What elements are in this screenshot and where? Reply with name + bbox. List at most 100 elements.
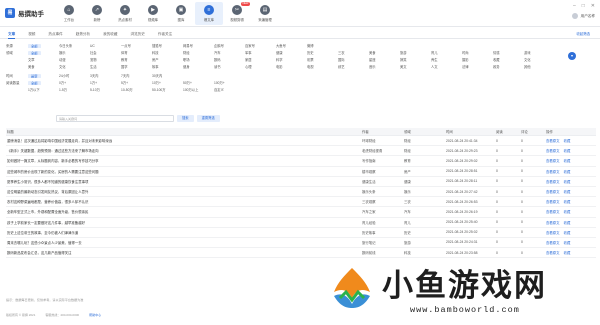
filter-option[interactable]: 100万以上 [183,87,214,92]
title-cell[interactable]: 数码新品发布会汇总，这几款产品值得关注 [6,250,362,255]
filter-option[interactable]: 政务 [493,64,524,69]
favorite-link[interactable]: 收藏 [564,250,571,255]
filter-option[interactable]: 宠物 [90,57,121,62]
title-cell[interactable]: 重磅消息！这次通过后将影响中国经济发展走向，并且对未来影响深远 [6,138,362,143]
favorite-link[interactable]: 收藏 [564,220,571,225]
filter-option[interactable]: 三农 [338,50,369,55]
filter-option[interactable]: 美食 [28,64,59,69]
filter-option[interactable]: 房产 [152,57,183,62]
filter-option[interactable]: 文化 [59,64,90,69]
filter-option[interactable]: 动漫 [59,57,90,62]
filter-option[interactable]: 法律 [462,64,493,69]
table-row[interactable]: 全新车型正式上市，外观和配置全面升级，售价很亲民 汽车之家 汽车 2021-08-24… [6,207,596,218]
filter-option[interactable]: 美食 [369,50,400,55]
tab-3[interactable]: 趋势分析 [76,29,90,38]
filter-option[interactable]: 综艺 [338,64,369,69]
filter-option[interactable]: 旅游 [400,50,431,55]
table-row[interactable]: 数码新品发布会汇总，这几款产品值得关注 数码前线 科技 2021-08-24 20:2… [6,248,596,259]
tab-4[interactable]: 我的收藏 [103,29,117,38]
filter-option[interactable]: 情感 [493,50,524,55]
favorite-link[interactable]: 收藏 [564,189,571,194]
favorite-link[interactable]: 收藏 [564,179,571,184]
filter-option[interactable]: 体育 [121,50,152,55]
view-original-link[interactable]: 查看原文 [546,148,560,153]
tab-0[interactable]: 文章 [8,29,16,39]
minimize-icon[interactable]: – [573,3,576,9]
tab-5[interactable]: 浏览历史 [131,29,145,38]
filter-option[interactable]: 百家号 [245,43,276,48]
filter-option[interactable]: 全部 [28,50,59,55]
favorite-link[interactable]: 收藏 [564,240,571,245]
filter-option[interactable]: 健康 [276,50,307,55]
title-cell[interactable]: 孩子上学前家长一定要做好这几件事，越早准备越好 [6,220,362,225]
table-row[interactable]: 周末去哪儿玩？这些小众景点人少景美，值得一去 旅行笔记 旅游 2021-08-24 2… [6,238,596,249]
favorite-link[interactable]: 收藏 [564,158,571,163]
filter-option[interactable]: 电视 [307,64,338,69]
favorite-link[interactable]: 收藏 [564,230,571,235]
filter-option[interactable]: 娱乐 [59,50,90,55]
nav-item-3[interactable]: ▶ 视频库 [139,2,167,25]
title-cell[interactable]: 夏季养生小常识，很多人都不知道的健康饮食注意事项 [6,179,362,184]
filter-option[interactable]: 财经 [183,50,214,55]
view-original-link[interactable]: 查看原文 [546,230,560,235]
table-row[interactable]: 这位明星的最新动态引发网友热议，背后原因让人意外 娱乐头条 娱乐 2021-08-24… [6,187,596,198]
filter-option[interactable]: 搜狐号 [152,43,183,48]
view-original-link[interactable]: 查看原文 [546,138,560,143]
filter-option[interactable]: 游戏 [524,50,555,55]
filter-option[interactable]: 时尚 [462,50,493,55]
filter-option[interactable]: 1万以下 [28,87,59,92]
nav-item-0[interactable]: ⌂ 工作台 [55,2,83,25]
view-original-link[interactable]: 查看原文 [546,250,560,255]
nav-item-5[interactable]: ≡ 爆文库 [195,2,223,25]
filter-option[interactable]: 搞笑 [400,57,431,62]
search-button[interactable]: 搜索 [177,115,194,122]
view-original-link[interactable]: 查看原文 [546,199,560,204]
filter-option[interactable]: 一点号 [121,43,152,48]
view-original-link[interactable]: 查看原文 [546,189,560,194]
table-row[interactable]: 《新手》关键数据，趋势预测：通过这些方法来了解市场走向 老虎财经视角 财经 2021-… [6,146,596,157]
search-input[interactable]: 请输入关键词 [56,115,174,122]
filter-option[interactable]: 24小时 [59,73,90,78]
filter-option[interactable]: 人文 [431,64,462,69]
favorite-link[interactable]: 收藏 [564,209,571,214]
user-menu[interactable]: 用户名称 [571,13,595,19]
filter-option[interactable]: 50-100万 [152,87,183,92]
tab-6[interactable]: 作者关注 [158,29,172,38]
table-row[interactable]: 孩子上学前家长一定要做好这几件事，越早准备越好 育儿经验 育儿 2021-08-24 … [6,218,596,228]
filter-option[interactable]: 今日头条 [59,43,90,48]
view-original-link[interactable]: 查看原文 [546,158,560,163]
filter-option[interactable]: 生活 [90,64,121,69]
filter-option[interactable]: 星座 [369,57,400,62]
brand[interactable]: 易 易撰助手 [5,8,44,18]
filter-option[interactable]: 网易号 [183,43,214,48]
header-time[interactable]: 时间 [446,129,496,134]
filter-option[interactable]: 企鹅号 [214,43,245,48]
filter-option[interactable]: 健身 [183,64,214,69]
filter-option[interactable]: 微博 [307,43,338,48]
filter-option[interactable]: 摄影 [462,57,493,62]
view-original-link[interactable]: 查看原文 [546,179,560,184]
filter-option[interactable]: 30天内 [152,73,183,78]
filter-option[interactable]: 最新 [28,73,59,78]
table-row[interactable]: 重磅消息！这次通过后将影响中国经济发展走向，并且对未来影响深远 环球财经 财经 202… [6,136,596,147]
header-read[interactable]: 阅读 [496,129,521,134]
title-cell[interactable]: 这些城市的房价出现了新的变化，买房的人需要注意这些问题 [6,169,362,174]
filter-option[interactable]: 1万+ [90,80,121,85]
filter-option[interactable]: 国学 [121,64,152,69]
table-row[interactable]: 如何做好一篇文章，从标题到内容，新手必看的写作技巧分享 写作指南 教育 2021-08… [6,156,596,167]
filter-option[interactable]: 故事 [152,64,183,69]
tab-1[interactable]: 视频 [28,29,35,38]
nav-item-2[interactable]: ✦ 热点素材 [111,2,139,25]
view-original-link[interactable]: 查看原文 [546,209,560,214]
filter-option[interactable]: 科技 [152,50,183,55]
filter-option[interactable]: 自定义 [214,87,245,92]
filter-option[interactable]: UC [90,44,121,48]
table-row[interactable]: 这些城市的房价出现了新的变化，买房的人需要注意这些问题 楼市观察 房产 2021-08… [6,167,596,177]
tab-2[interactable]: 热点事件 [48,29,62,38]
filter-option[interactable]: 其他 [524,64,555,69]
favorite-link[interactable]: 收藏 [564,169,571,174]
help-link[interactable]: 帮助中心 [89,313,101,317]
filter-option[interactable]: 彩票 [307,57,338,62]
favorite-link[interactable]: 收藏 [564,148,571,153]
reset-filter-button[interactable]: 重置筛选 [196,115,220,122]
